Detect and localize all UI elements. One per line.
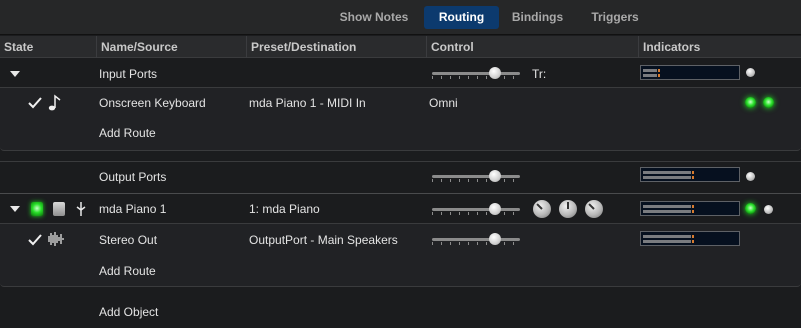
output-ports-status-dot[interactable] xyxy=(746,172,755,181)
add-route-link[interactable]: Add Route xyxy=(99,256,156,286)
add-object-row: Add Object xyxy=(0,297,801,327)
column-header-preset-destination[interactable]: Preset/Destination xyxy=(246,36,426,58)
slider-thumb[interactable] xyxy=(489,170,501,182)
stereo-out-source[interactable]: Stereo Out xyxy=(99,224,157,256)
knob-icon[interactable] xyxy=(533,200,551,218)
power-led-icon[interactable] xyxy=(31,202,43,216)
midi-activity-led-icon xyxy=(763,97,774,108)
mda-piano-status-dot[interactable] xyxy=(764,205,773,214)
solo-toggle-icon[interactable] xyxy=(53,202,65,216)
output-ports-row[interactable]: Output Ports xyxy=(0,161,801,191)
column-header-indicators[interactable]: Indicators xyxy=(638,36,801,58)
tab-bindings[interactable]: Bindings xyxy=(505,6,570,29)
mda-piano-preset[interactable]: 1: mda Piano xyxy=(249,195,320,223)
transpose-label: Tr: xyxy=(532,66,547,81)
input-ports-label: Input Ports xyxy=(99,66,158,81)
output-ports-label: Output Ports xyxy=(99,169,167,184)
mda-piano-row[interactable]: mda Piano 1 1: mda Piano xyxy=(0,195,801,223)
slider-thumb[interactable] xyxy=(489,67,501,79)
column-header-row: State Name/Source Preset/Destination Con… xyxy=(0,36,801,58)
midi-channel-omni[interactable]: Omni xyxy=(429,88,458,118)
onscreen-keyboard-destination[interactable]: mda Piano 1 - MIDI In xyxy=(249,88,366,118)
waveform-icon xyxy=(48,232,64,246)
output-ports-volume-slider[interactable] xyxy=(432,169,520,183)
midi-activity-led-icon xyxy=(745,97,756,108)
input-ports-volume-slider[interactable] xyxy=(432,66,520,80)
checkmark-icon[interactable] xyxy=(28,96,42,110)
checkmark-icon[interactable] xyxy=(28,233,42,247)
section-divider xyxy=(0,193,801,194)
audio-activity-led-icon xyxy=(745,203,756,214)
stereo-out-volume-slider[interactable] xyxy=(432,232,520,246)
disclosure-triangle-icon[interactable] xyxy=(10,71,20,77)
mda-piano-volume-slider[interactable] xyxy=(432,202,520,216)
stereo-out-destination[interactable]: OutputPort - Main Speakers xyxy=(249,224,398,256)
disclosure-triangle-icon[interactable] xyxy=(10,206,20,212)
music-note-icon xyxy=(48,94,61,111)
knob-icon[interactable] xyxy=(559,200,577,218)
column-header-control[interactable]: Control xyxy=(426,36,638,58)
column-header-state[interactable]: State xyxy=(0,36,96,58)
bypass-icon[interactable] xyxy=(76,201,86,217)
tab-routing[interactable]: Routing xyxy=(424,6,499,29)
mda-piano-name[interactable]: mda Piano 1 xyxy=(99,195,166,223)
onscreen-keyboard-source[interactable]: Onscreen Keyboard xyxy=(99,88,206,118)
mda-piano-level-meter xyxy=(640,201,740,216)
mda-piano-routes-panel: Stereo Out OutputPort - Main Speakers Ad… xyxy=(0,223,801,287)
output-ports-level-meter xyxy=(640,167,740,182)
tab-triggers[interactable]: Triggers xyxy=(578,6,652,29)
tab-show-notes[interactable]: Show Notes xyxy=(330,6,418,29)
knob-icon[interactable] xyxy=(585,200,603,218)
slider-thumb[interactable] xyxy=(489,203,501,215)
input-ports-status-dot[interactable] xyxy=(746,68,755,77)
view-tab-bar: Show Notes Routing Bindings Triggers xyxy=(0,0,801,35)
add-object-link[interactable]: Add Object xyxy=(99,297,158,327)
input-ports-row[interactable]: Input Ports Tr: xyxy=(0,60,801,87)
input-ports-level-meter xyxy=(640,65,740,80)
add-route-link[interactable]: Add Route xyxy=(99,118,156,148)
column-header-name-source[interactable]: Name/Source xyxy=(96,36,246,58)
input-ports-routes-panel: Onscreen Keyboard mda Piano 1 - MIDI In … xyxy=(0,87,801,151)
stereo-out-level-meter xyxy=(640,231,740,246)
slider-thumb[interactable] xyxy=(489,233,501,245)
